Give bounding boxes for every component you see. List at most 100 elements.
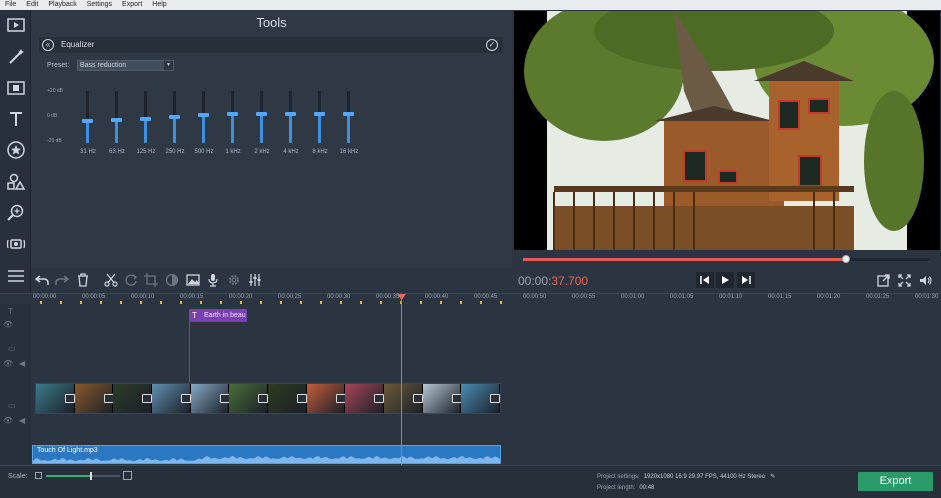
eq-handle[interactable] [314, 112, 325, 116]
sidebar-import-button[interactable] [3, 12, 28, 37]
undo-button[interactable] [34, 272, 50, 288]
eye-icon[interactable]: 👁 [3, 359, 16, 369]
eq-band-slider[interactable]: 16 kHz [340, 91, 358, 155]
speaker-icon[interactable]: ◀ [19, 359, 32, 369]
eq-handle[interactable] [343, 112, 354, 116]
color-adjust-button[interactable] [164, 272, 180, 288]
video-clip[interactable] [152, 384, 192, 413]
transition-icon[interactable] [103, 394, 114, 403]
video-clip[interactable] [306, 384, 346, 413]
eye-icon[interactable]: 👁 [3, 320, 16, 330]
previous-frame-button[interactable] [696, 272, 714, 288]
seek-bar[interactable] [523, 255, 930, 263]
scale-handle[interactable] [90, 472, 92, 480]
video-clip[interactable] [113, 384, 153, 413]
eye-icon[interactable]: 👁 [3, 416, 16, 426]
seek-handle[interactable] [842, 255, 850, 263]
sidebar-filters-button[interactable] [3, 44, 28, 69]
video-clip[interactable] [229, 384, 269, 413]
apply-check-icon[interactable]: ✓ [486, 39, 498, 51]
timeline[interactable]: 00:00:00 00:00:05 00:00:10 00:00:15 00:00:20… [0, 293, 941, 466]
eq-handle[interactable] [82, 119, 93, 123]
transition-icon[interactable] [297, 394, 308, 403]
video-clip[interactable] [422, 384, 462, 413]
eq-handle[interactable] [169, 115, 180, 119]
eq-handle[interactable] [198, 113, 209, 117]
clip-settings-button[interactable] [226, 272, 242, 288]
delete-button[interactable] [75, 272, 91, 288]
eq-band-slider[interactable]: 2 kHz [254, 91, 270, 155]
sidebar-callouts-button[interactable] [3, 169, 28, 194]
play-button[interactable] [716, 272, 734, 288]
crop-button[interactable] [143, 272, 159, 288]
transition-icon[interactable] [219, 394, 230, 403]
video-preview[interactable] [514, 11, 940, 250]
transition-icon[interactable] [374, 394, 385, 403]
video-clip[interactable] [36, 384, 75, 413]
menu-edit[interactable]: Edit [21, 0, 43, 10]
fullscreen-button[interactable] [896, 272, 912, 288]
video-clip[interactable] [74, 384, 114, 413]
zoom-in-icon[interactable] [123, 471, 132, 480]
eq-band-slider[interactable]: 125 Hz [136, 91, 156, 155]
eq-band-slider[interactable]: 250 Hz [165, 91, 185, 155]
transition-icon[interactable] [490, 394, 500, 403]
video-clip[interactable] [461, 384, 500, 413]
sidebar-transitions-button[interactable] [3, 75, 28, 100]
transition-icon[interactable] [65, 394, 75, 403]
back-icon[interactable]: « [42, 39, 54, 51]
pencil-icon[interactable]: ✎ [770, 474, 775, 480]
eq-band-slider[interactable]: 4 kHz [283, 91, 299, 155]
next-frame-button[interactable] [737, 272, 755, 288]
sidebar-titles-button[interactable] [3, 106, 28, 131]
video-clip[interactable] [345, 384, 385, 413]
redo-button[interactable] [54, 272, 70, 288]
eq-band-slider[interactable]: 500 Hz [194, 91, 214, 155]
sidebar-stickers-button[interactable] [3, 137, 28, 162]
zoom-out-icon[interactable] [35, 472, 42, 479]
detach-preview-button[interactable] [875, 272, 891, 288]
video-clip[interactable] [384, 384, 424, 413]
menu-export[interactable]: Export [117, 0, 147, 10]
menu-playback[interactable]: Playback [43, 0, 81, 10]
title-clip[interactable]: T Earth in beau [189, 309, 247, 322]
sidebar-more-button[interactable] [3, 263, 28, 288]
eq-band-slider[interactable]: 31 Hz [80, 91, 96, 155]
video-clip[interactable] [190, 384, 230, 413]
audio-properties-button[interactable] [247, 272, 263, 288]
eq-handle[interactable] [285, 112, 296, 116]
eq-band-slider[interactable]: 1 kHz [225, 91, 241, 155]
video-track[interactable] [35, 383, 501, 414]
preset-dropdown[interactable]: Bass reduction ▼ [77, 60, 174, 71]
transition-icon[interactable] [181, 394, 192, 403]
audio-track[interactable]: Touch Of Light.mp3 [32, 445, 501, 464]
menu-file[interactable]: File [0, 0, 21, 10]
video-clip[interactable] [268, 384, 308, 413]
transition-icon[interactable] [413, 394, 424, 403]
transition-icon[interactable] [258, 394, 269, 403]
transition-icon[interactable] [142, 394, 153, 403]
clip-marker [200, 301, 202, 304]
volume-button[interactable] [917, 272, 933, 288]
speaker-icon[interactable]: ◀ [19, 416, 32, 426]
record-audio-button[interactable] [205, 272, 221, 288]
scale-slider[interactable] [46, 472, 120, 480]
eq-handle[interactable] [256, 112, 267, 116]
transition-icon[interactable] [335, 394, 346, 403]
rotate-button[interactable] [123, 272, 139, 288]
playhead[interactable] [401, 294, 402, 466]
export-button[interactable]: Export [858, 472, 933, 491]
eq-band-slider[interactable]: 63 Hz [109, 91, 125, 155]
menu-help[interactable]: Help [147, 0, 171, 10]
sidebar-zoom-button[interactable] [3, 200, 28, 225]
menu-settings[interactable]: Settings [82, 0, 117, 10]
eq-handle[interactable] [227, 112, 238, 116]
eq-frequency-label: 16 kHz [339, 149, 359, 155]
eq-handle[interactable] [111, 118, 122, 122]
transition-icon[interactable] [451, 394, 462, 403]
eq-band-slider[interactable]: 8 kHz [312, 91, 328, 155]
eq-handle[interactable] [140, 117, 151, 121]
sidebar-stabilization-button[interactable] [3, 231, 28, 256]
split-button[interactable] [103, 272, 119, 288]
insert-image-button[interactable] [185, 272, 201, 288]
